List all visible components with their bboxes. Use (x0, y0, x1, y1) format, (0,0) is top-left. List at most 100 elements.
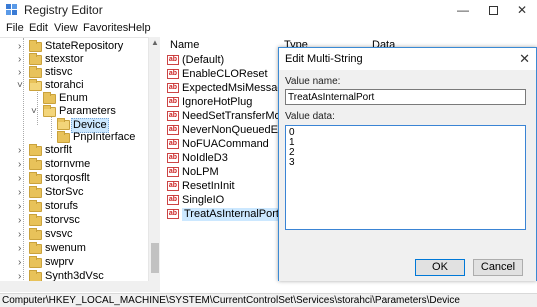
folder-icon (29, 40, 42, 52)
menu-edit[interactable]: Edit (29, 22, 48, 34)
tree-item[interactable]: › stexstor (0, 53, 148, 66)
tree-item[interactable]: Enum (0, 92, 148, 105)
tree-horizontal-scrollbar[interactable] (0, 281, 160, 292)
chevron-right-icon[interactable]: › (18, 66, 26, 79)
menu-help[interactable]: Help (128, 22, 151, 34)
tree-item[interactable]: ˅ Parameters (0, 105, 148, 118)
chevron-right-icon[interactable]: › (18, 144, 26, 157)
tree-item-label: StateRepository (45, 40, 124, 52)
tree-item-label: Enum (59, 92, 88, 104)
value-name: ResetInInit (182, 180, 235, 192)
tree-vertical-scrollbar[interactable]: ▲ ▼ (148, 37, 160, 291)
ok-button[interactable]: OK (415, 259, 465, 276)
menu-view[interactable]: View (54, 22, 78, 34)
registry-tree[interactable]: › StateRepository › stexstor › stisvc ˅ … (0, 37, 160, 291)
string-value-icon: ab (167, 195, 179, 205)
minimize-button[interactable]: — (448, 0, 478, 20)
edit-multi-string-dialog: Edit Multi-String ✕ Value name: TreatAsI… (278, 47, 537, 281)
chevron-down-icon[interactable]: ˅ (31, 105, 39, 118)
registry-editor-icon (6, 4, 18, 15)
tree-item-label: PnpInterface (73, 131, 136, 143)
chevron-right-icon[interactable]: › (18, 40, 26, 53)
chevron-right-icon[interactable]: › (18, 172, 26, 185)
string-value-icon: ab (167, 97, 179, 107)
chevron-right-icon[interactable]: › (18, 186, 26, 199)
close-button[interactable]: ✕ (507, 0, 537, 20)
value-data-line: 1 (289, 137, 295, 148)
tree-item[interactable]: › svsvc (0, 228, 148, 241)
folder-icon (29, 200, 42, 212)
string-value-icon: ab (167, 55, 179, 65)
value-name: (Default) (182, 54, 225, 66)
tree-item-label: stornvme (45, 158, 91, 170)
tree-item[interactable]: › swenum (0, 242, 148, 255)
chevron-right-icon[interactable]: › (18, 242, 26, 255)
scroll-up-icon[interactable]: ▲ (149, 37, 161, 49)
scroll-thumb[interactable] (151, 243, 159, 273)
value-data-textarea[interactable]: 0 1 2 3 (285, 125, 526, 230)
chevron-right-icon[interactable]: › (18, 158, 26, 171)
chevron-right-icon[interactable]: › (18, 228, 26, 241)
value-data-label: Value data: (285, 111, 335, 122)
open-folder-icon (57, 118, 70, 130)
tree-item[interactable]: › StorSvc (0, 186, 148, 199)
maximize-button[interactable] (478, 0, 508, 20)
tree-item[interactable]: PnpInterface (0, 131, 148, 144)
tree-item-label: svsvc (45, 228, 73, 240)
tree-item[interactable]: › stornvme (0, 158, 148, 171)
tree-item-label: storflt (45, 144, 72, 156)
value-name: IgnoreHotPlug (182, 96, 253, 108)
folder-icon (29, 53, 42, 65)
tree-item[interactable]: › swprv (0, 256, 148, 269)
cancel-button[interactable]: Cancel (473, 259, 523, 276)
tree-item-label: swenum (45, 242, 86, 254)
chevron-right-icon[interactable]: › (18, 200, 26, 213)
menu-favorites[interactable]: Favorites (83, 22, 128, 34)
string-value-icon: ab (167, 167, 179, 177)
folder-icon (29, 228, 42, 240)
string-value-icon: ab (167, 111, 179, 121)
value-name: EnableCLOReset (182, 68, 268, 80)
tree-item[interactable]: ˅ storahci (0, 79, 148, 92)
tree-item[interactable]: › stisvc (0, 66, 148, 79)
folder-icon (43, 92, 56, 104)
string-value-icon: ab (167, 125, 179, 135)
menu-file[interactable]: File (6, 22, 24, 34)
folder-icon (29, 186, 42, 198)
dialog-title-bar: Edit Multi-String ✕ (279, 48, 536, 70)
tree-item-label: stisvc (45, 66, 73, 78)
maximize-icon (488, 6, 498, 16)
tree-item-label: Parameters (59, 105, 116, 117)
folder-icon (57, 131, 70, 143)
dialog-body: Value name: TreatAsInternalPort Value da… (279, 70, 536, 281)
tree-item[interactable]: › storvsc (0, 214, 148, 227)
string-value-icon: ab (167, 209, 179, 219)
value-name: NoIdleD3 (182, 152, 228, 164)
chevron-right-icon[interactable]: › (18, 214, 26, 227)
string-value-icon: ab (167, 181, 179, 191)
folder-icon (29, 144, 42, 156)
value-data-line: 2 (289, 147, 295, 158)
tree-item-label: storqosflt (45, 172, 90, 184)
tree-item-selected[interactable]: Device (0, 118, 148, 133)
tree-item[interactable]: › storqosflt (0, 172, 148, 185)
tree-item-label: storahci (45, 79, 84, 91)
string-value-icon: ab (167, 153, 179, 163)
tree-item[interactable]: › StateRepository (0, 40, 148, 53)
value-name-label: Value name: (285, 76, 341, 87)
tree-item-label: stexstor (45, 53, 84, 65)
tree-item[interactable]: › storflt (0, 144, 148, 157)
dialog-close-icon[interactable]: ✕ (519, 51, 530, 67)
value-name-field[interactable]: TreatAsInternalPort (285, 89, 526, 105)
value-name: SingleIO (182, 194, 225, 206)
folder-icon (29, 158, 42, 170)
string-value-icon: ab (167, 139, 179, 149)
tree-item[interactable]: › storufs (0, 200, 148, 213)
folder-icon (29, 242, 42, 254)
chevron-right-icon[interactable]: › (18, 256, 26, 269)
value-name: TreatAsInternalPort (182, 208, 281, 221)
chevron-right-icon[interactable]: › (18, 53, 26, 66)
folder-icon (29, 214, 42, 226)
column-header-name[interactable]: Name (170, 39, 199, 51)
chevron-down-icon[interactable]: ˅ (17, 79, 25, 92)
